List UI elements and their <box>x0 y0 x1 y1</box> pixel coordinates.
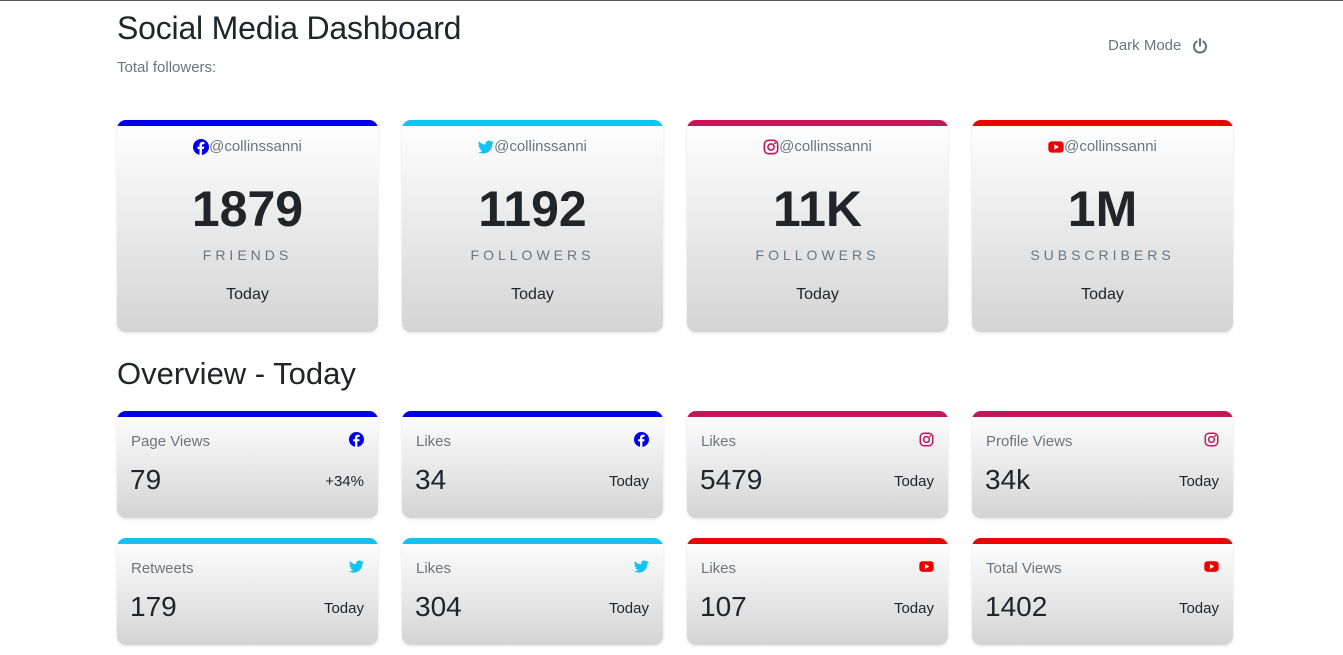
total-followers-label: Total followers: <box>117 59 217 76</box>
metric-period: Today <box>1178 600 1219 617</box>
metric-label: Page Views <box>131 433 210 450</box>
handle-text: @collinssanni <box>209 138 302 155</box>
account-handle: @collinssanni <box>687 138 948 155</box>
overview-card-youtube-total-views[interactable]: Total Views 1402 Today <box>972 538 1233 645</box>
overview-title: Overview - Today <box>117 356 356 391</box>
overview-card-instagram-profile-views[interactable]: Profile Views 34k Today <box>972 411 1233 518</box>
metric-value: 1402 <box>985 591 1048 622</box>
overview-card-twitter-retweets[interactable]: Retweets 179 Today <box>117 538 378 645</box>
youtube-icon <box>1048 139 1064 155</box>
metric-period: Today <box>608 473 649 490</box>
facebook-color-bar <box>117 411 378 417</box>
account-handle: @collinssanni <box>402 138 663 155</box>
handle-text: @collinssanni <box>779 138 872 155</box>
overview-card-instagram-likes[interactable]: Likes 5479 Today <box>687 411 948 518</box>
metric-label: Likes <box>416 560 452 577</box>
account-handle: @collinssanni <box>972 138 1233 155</box>
count-unit: FOLLOWERS <box>470 247 595 263</box>
power-icon <box>1193 37 1208 54</box>
summary-card-twitter[interactable]: @collinssanni 1192 FOLLOWERS Today <box>402 120 663 332</box>
metric-label: Profile Views <box>986 433 1073 450</box>
metric-period: Today <box>608 600 649 617</box>
metric-period: Today <box>323 600 364 617</box>
overview-card-facebook-page-views[interactable]: Page Views 79 +34% <box>117 411 378 518</box>
period-label: Today <box>796 286 839 303</box>
overview-card-twitter-likes[interactable]: Likes 304 Today <box>402 538 663 645</box>
dark-mode-label: Dark Mode <box>1108 37 1182 54</box>
youtube-color-bar <box>972 538 1233 544</box>
youtube-icon <box>1204 559 1219 574</box>
twitter-icon <box>634 559 649 574</box>
metric-value: 79 <box>130 464 162 495</box>
twitter-icon <box>349 559 364 574</box>
instagram-color-bar <box>687 411 948 417</box>
instagram-icon <box>919 432 934 447</box>
metric-label: Retweets <box>131 560 194 577</box>
page-title: Social Media Dashboard <box>117 10 462 46</box>
follower-count: 1M <box>1067 181 1138 237</box>
facebook-icon <box>349 432 364 447</box>
count-unit: FOLLOWERS <box>755 247 880 263</box>
account-handle: @collinssanni <box>117 138 378 155</box>
follower-count: 1879 <box>191 181 304 237</box>
metric-label: Likes <box>701 560 737 577</box>
instagram-color-bar <box>972 411 1233 417</box>
follower-count: 1192 <box>478 181 587 237</box>
twitter-color-bar <box>402 538 663 544</box>
period-label: Today <box>511 286 554 303</box>
metric-change: +34% <box>325 473 364 490</box>
follower-count: 11K <box>773 181 862 237</box>
youtube-icon <box>919 559 934 574</box>
twitter-color-bar <box>402 120 663 126</box>
overview-card-youtube-likes[interactable]: Likes 107 Today <box>687 538 948 645</box>
metric-value: 34 <box>415 464 447 495</box>
metric-value: 304 <box>415 591 462 622</box>
metric-label: Total Views <box>986 560 1062 577</box>
period-label: Today <box>226 286 269 303</box>
period-label: Today <box>1081 286 1124 303</box>
metric-value: 107 <box>700 591 747 622</box>
metric-period: Today <box>893 473 934 490</box>
handle-text: @collinssanni <box>494 138 587 155</box>
facebook-icon <box>193 138 210 155</box>
youtube-color-bar <box>687 538 948 544</box>
instagram-icon <box>763 139 779 155</box>
count-unit: SUBSCRIBERS <box>1030 247 1175 263</box>
handle-text: @collinssanni <box>1064 138 1157 155</box>
instagram-icon <box>1204 432 1219 447</box>
summary-card-youtube[interactable]: @collinssanni 1M SUBSCRIBERS Today <box>972 120 1233 332</box>
metric-value: 5479 <box>700 464 763 495</box>
summary-card-instagram[interactable]: @collinssanni 11K FOLLOWERS Today <box>687 120 948 332</box>
facebook-icon <box>634 432 649 447</box>
metric-period: Today <box>1178 473 1219 490</box>
facebook-color-bar <box>402 411 663 417</box>
metric-label: Likes <box>701 433 737 450</box>
metric-label: Likes <box>416 433 452 450</box>
twitter-icon <box>478 139 494 155</box>
youtube-color-bar <box>972 120 1233 126</box>
overview-card-facebook-likes[interactable]: Likes 34 Today <box>402 411 663 518</box>
metric-value: 34k <box>985 464 1031 495</box>
metric-value: 179 <box>130 591 177 622</box>
count-unit: FRIENDS <box>202 247 293 263</box>
dark-mode-toggle[interactable]: Dark Mode <box>1108 37 1208 54</box>
metric-period: Today <box>893 600 934 617</box>
twitter-color-bar <box>117 538 378 544</box>
summary-card-facebook[interactable]: @collinssanni 1879 FRIENDS Today <box>117 120 378 332</box>
instagram-color-bar <box>687 120 948 126</box>
facebook-color-bar <box>117 120 378 126</box>
